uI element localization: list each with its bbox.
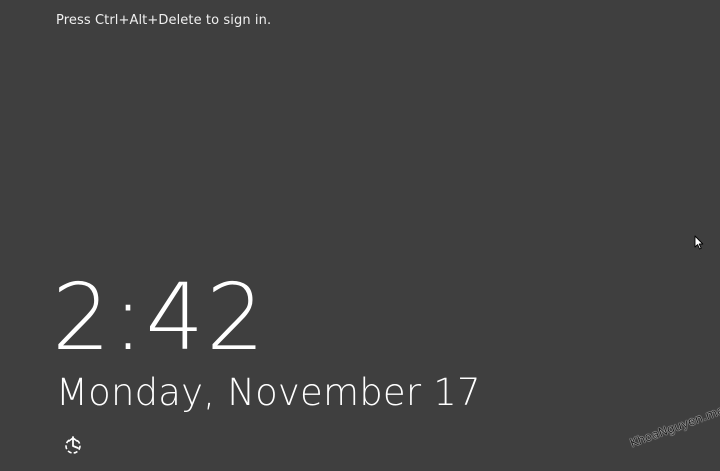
clock-date: Monday, November 17 bbox=[56, 371, 481, 414]
ease-of-access-icon[interactable] bbox=[62, 434, 84, 456]
mouse-pointer-icon bbox=[694, 235, 704, 250]
sign-in-prompt: Press Ctrl+Alt+Delete to sign in. bbox=[56, 13, 272, 28]
ease-of-access-glyph bbox=[65, 436, 81, 454]
lock-screen[interactable]: Press Ctrl+Alt+Delete to sign in. 2:42 M… bbox=[0, 0, 720, 471]
clock-time: 2:42 bbox=[52, 264, 267, 371]
watermark-text: KhoaNguyen.me bbox=[628, 403, 720, 451]
